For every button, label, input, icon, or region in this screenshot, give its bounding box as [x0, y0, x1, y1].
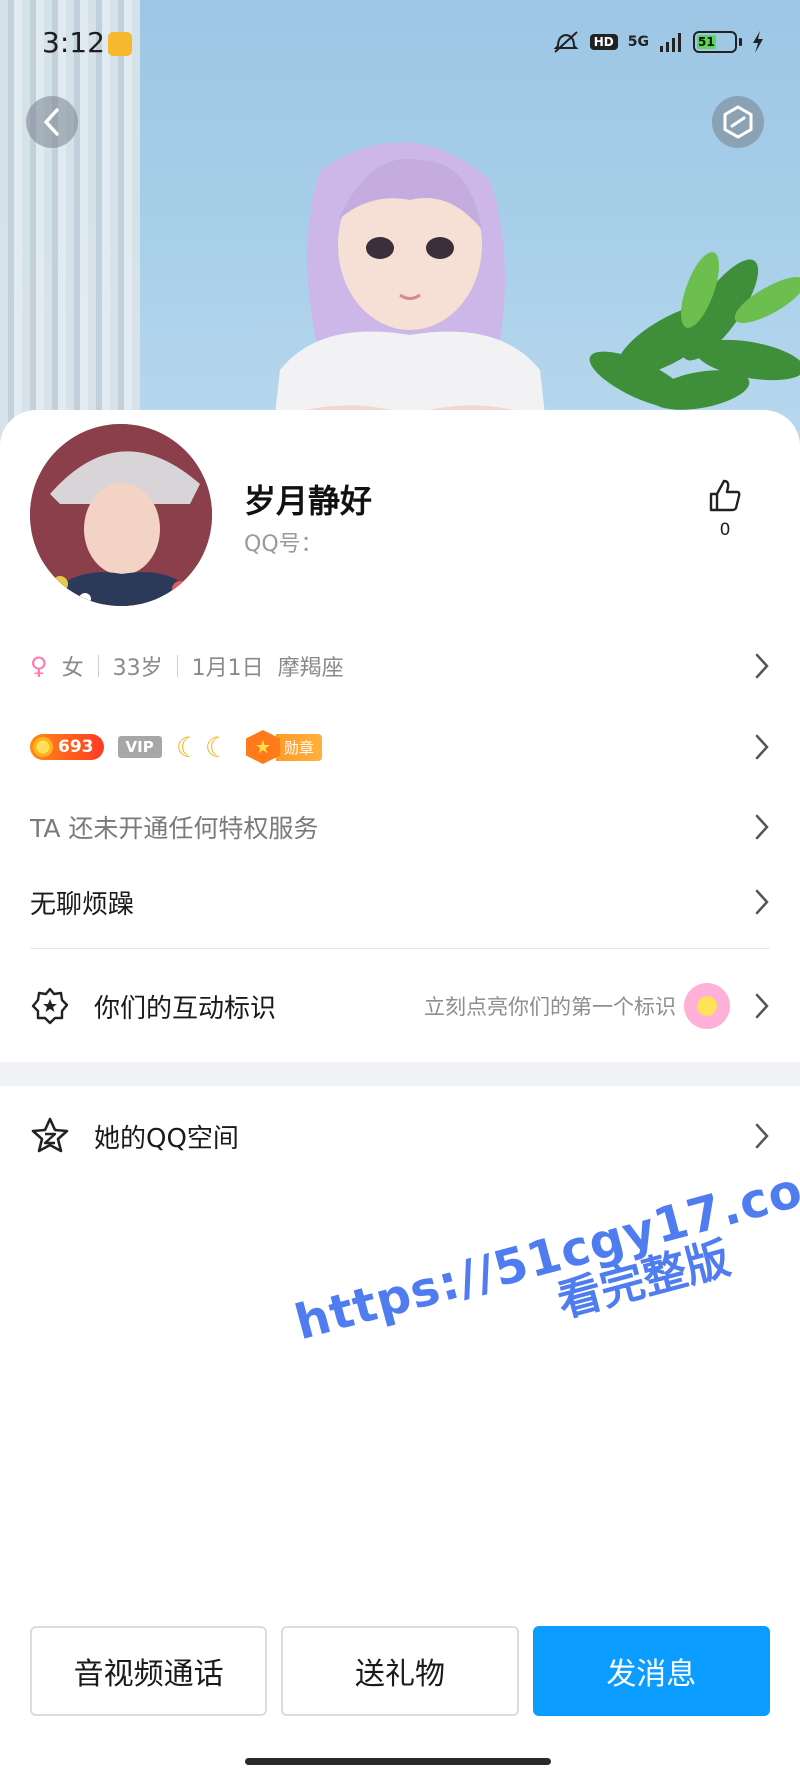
interaction-hint: 立刻点亮你们的第一个标识 [424, 983, 730, 1029]
basic-info-row[interactable]: ♀ 女 33岁 1月1日 摩羯座 [30, 645, 770, 687]
like-button[interactable]: 0 [690, 478, 760, 540]
profile-card [0, 410, 800, 1781]
moon-icon: ☾ [175, 730, 201, 764]
section-gap [0, 1062, 800, 1086]
info-separator [97, 655, 99, 677]
chevron-right-icon [755, 814, 769, 840]
qq-number-label: QQ号： [244, 532, 323, 557]
signal-icon [660, 33, 681, 52]
home-indicator[interactable] [245, 1758, 551, 1765]
back-button[interactable] [26, 96, 78, 148]
chevron-right-icon [755, 993, 769, 1019]
chevron-right-icon [755, 653, 769, 679]
nickname: 岁月静好 [244, 482, 373, 520]
hexagon-settings-icon [723, 105, 753, 139]
vip-badge: VIP [117, 736, 162, 758]
privilege-row[interactable]: TA 还未开通任何特权服务 [30, 805, 770, 849]
qzone-row[interactable]: 她的QQ空间 [30, 1110, 770, 1162]
birthday-text: 1月1日 [191, 656, 264, 681]
badges-row[interactable]: 693 VIP ☾ ☾ ★ 勋章 [30, 722, 770, 772]
network-icon: 5G [627, 34, 649, 50]
profile-cover[interactable]: 3:12 HD 5G 51 [0, 0, 800, 460]
status-icons: HD 5G 51 [552, 30, 764, 54]
flower-icon [684, 983, 730, 1029]
like-count: 0 [719, 520, 731, 540]
moon-icon: ☾ [204, 730, 230, 764]
chevron-right-icon [755, 1123, 769, 1149]
notification-icon [108, 32, 132, 56]
qq-number: QQ号： [244, 526, 323, 558]
gender-text: 女 [61, 656, 84, 681]
signature-text: 无聊烦躁 [30, 889, 135, 920]
chevron-right-icon [755, 889, 769, 915]
qzone-star-icon [31, 1117, 69, 1153]
mute-icon [553, 31, 579, 53]
medal-badge: ★ 勋章 [245, 730, 322, 764]
send-gift-button[interactable]: 送礼物 [281, 1626, 519, 1716]
avatar-photo [30, 424, 212, 606]
cover-plant [589, 252, 800, 410]
qzone-text: 她的QQ空间 [94, 1123, 239, 1154]
divider [30, 948, 770, 949]
settings-button[interactable] [712, 96, 764, 148]
status-time: 3:12 [42, 26, 105, 59]
charging-icon [753, 31, 763, 53]
age-text: 33岁 [112, 656, 163, 681]
battery-level: 51 [697, 35, 716, 49]
signature-row[interactable]: 无聊烦躁 [30, 880, 770, 924]
bottom-action-bar: 音视频通话 送礼物 发消息 [30, 1626, 770, 1716]
send-message-button[interactable]: 发消息 [532, 1626, 770, 1716]
interaction-hint-text: 立刻点亮你们的第一个标识 [424, 995, 676, 1019]
star-icon: ★ [245, 730, 280, 764]
zodiac-text: 摩羯座 [277, 656, 344, 681]
hd-icon: HD [589, 34, 618, 50]
female-icon: ♀ [30, 652, 48, 680]
chevron-left-icon [44, 108, 59, 136]
battery-icon: 51 [693, 31, 742, 53]
avatar[interactable] [30, 424, 212, 606]
medal-label: 勋章 [275, 733, 322, 761]
status-bar: 3:12 HD 5G 51 [0, 0, 800, 90]
badge-star-icon [31, 987, 69, 1025]
video-call-button[interactable]: 音视频通话 [30, 1626, 268, 1716]
interaction-title: 你们的互动标识 [94, 993, 277, 1024]
info-separator [176, 655, 178, 677]
thumbs-up-icon [709, 479, 741, 512]
chevron-right-icon [755, 734, 769, 760]
interaction-mark-row[interactable]: 你们的互动标识 立刻点亮你们的第一个标识 [30, 980, 770, 1032]
privilege-text: TA 还未开通任何特权服务 [30, 814, 319, 843]
level-badge: 693 [30, 734, 104, 760]
